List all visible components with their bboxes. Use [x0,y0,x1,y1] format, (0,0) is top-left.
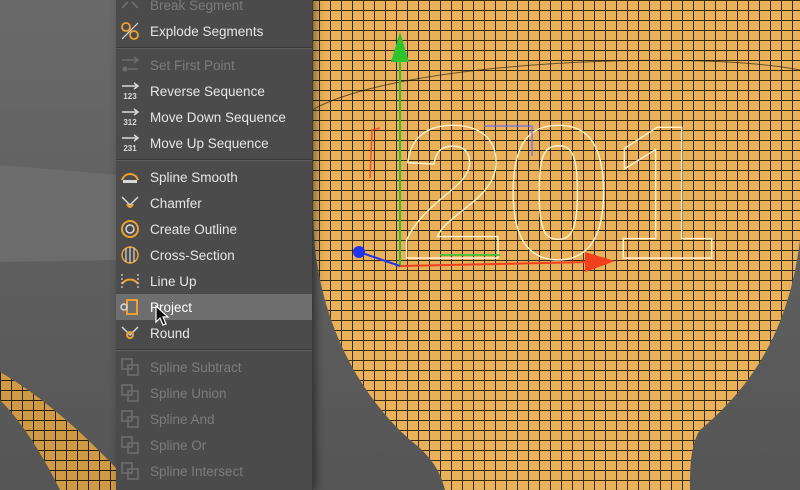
svg-text:201: 201 [400,87,717,299]
chamfer-icon [119,192,141,214]
spline-text: 201 [399,86,717,299]
menu-item-label: Line Up [150,273,197,289]
cross-section-icon [119,244,141,266]
z-axis-handle-icon [353,246,365,258]
menu-item-project[interactable]: Project [116,294,312,320]
line-up-icon [119,270,141,292]
spline-and-icon [119,408,141,430]
create-outline-icon [119,218,141,240]
explode-segments-icon [119,20,141,42]
menu-item-create-outline[interactable]: Create Outline [116,216,312,242]
menu-item-label: Project [150,299,193,315]
round-icon [119,322,141,344]
spline-or-icon [119,434,141,456]
menu-item-label: Spline And [150,411,215,427]
menu-item-line-up[interactable]: Line Up [116,268,312,294]
menu-item-spline-and[interactable]: Spline And [116,406,312,432]
break-segment-icon [119,0,141,16]
menu-item-spline-subtract[interactable]: Spline Subtract [116,354,312,380]
menu-item-label: Chamfer [150,195,202,211]
menu-item-label: Break Segment [150,0,244,13]
menu-item-spline-intersect[interactable]: Spline Intersect [116,458,312,484]
menu-separator [116,349,312,351]
menu-item-set-first-point[interactable]: Set First Point [116,52,312,78]
move-down-sequence-icon: 312 [119,106,141,128]
context-menu: Break Segment Explode Segments Set First P… [116,0,313,490]
menu-item-reverse-sequence[interactable]: 123 Reverse Sequence [116,78,312,104]
reverse-sequence-icon: 123 [119,80,141,102]
menu-item-label: Round [150,325,190,341]
menu-item-label: Reverse Sequence [150,83,265,99]
menu-item-spline-union[interactable]: Spline Union [116,380,312,406]
menu-item-label: Spline Smooth [150,169,238,185]
spline-intersect-icon [119,460,141,482]
menu-item-label: Explode Segments [150,23,264,39]
menu-item-break-segment[interactable]: Break Segment [116,0,312,18]
spline-smooth-icon [119,166,141,188]
menu-item-label: Spline Union [150,385,227,401]
menu-item-round[interactable]: Round [116,320,312,346]
spline-union-icon [119,382,141,404]
menu-item-cross-section[interactable]: Cross-Section [116,242,312,268]
set-first-point-icon [119,54,141,76]
move-up-sequence-icon: 231 [119,132,141,154]
menu-item-label: Set First Point [150,57,235,73]
svg-text:231: 231 [123,144,137,153]
menu-item-explode-segments[interactable]: Explode Segments [116,18,312,44]
menu-item-label: Spline Intersect [150,463,244,479]
menu-item-label: Create Outline [150,221,238,237]
menu-item-move-down-sequence[interactable]: 312 Move Down Sequence [116,104,312,130]
menu-item-spline-or[interactable]: Spline Or [116,432,312,458]
menu-separator [116,47,312,49]
spline-subtract-icon [119,356,141,378]
menu-item-label: Spline Or [150,437,207,453]
menu-item-label: Move Down Sequence [150,109,286,125]
svg-text:123: 123 [123,92,137,101]
menu-item-label: Cross-Section [150,247,235,263]
menu-item-move-up-sequence[interactable]: 231 Move Up Sequence [116,130,312,156]
svg-text:312: 312 [123,118,137,127]
menu-item-label: Spline Subtract [150,359,242,375]
project-icon [119,296,141,318]
menu-item-label: Move Up Sequence [150,135,269,151]
menu-item-spline-smooth[interactable]: Spline Smooth [116,164,312,190]
menu-item-chamfer[interactable]: Chamfer [116,190,312,216]
menu-separator [116,159,312,161]
